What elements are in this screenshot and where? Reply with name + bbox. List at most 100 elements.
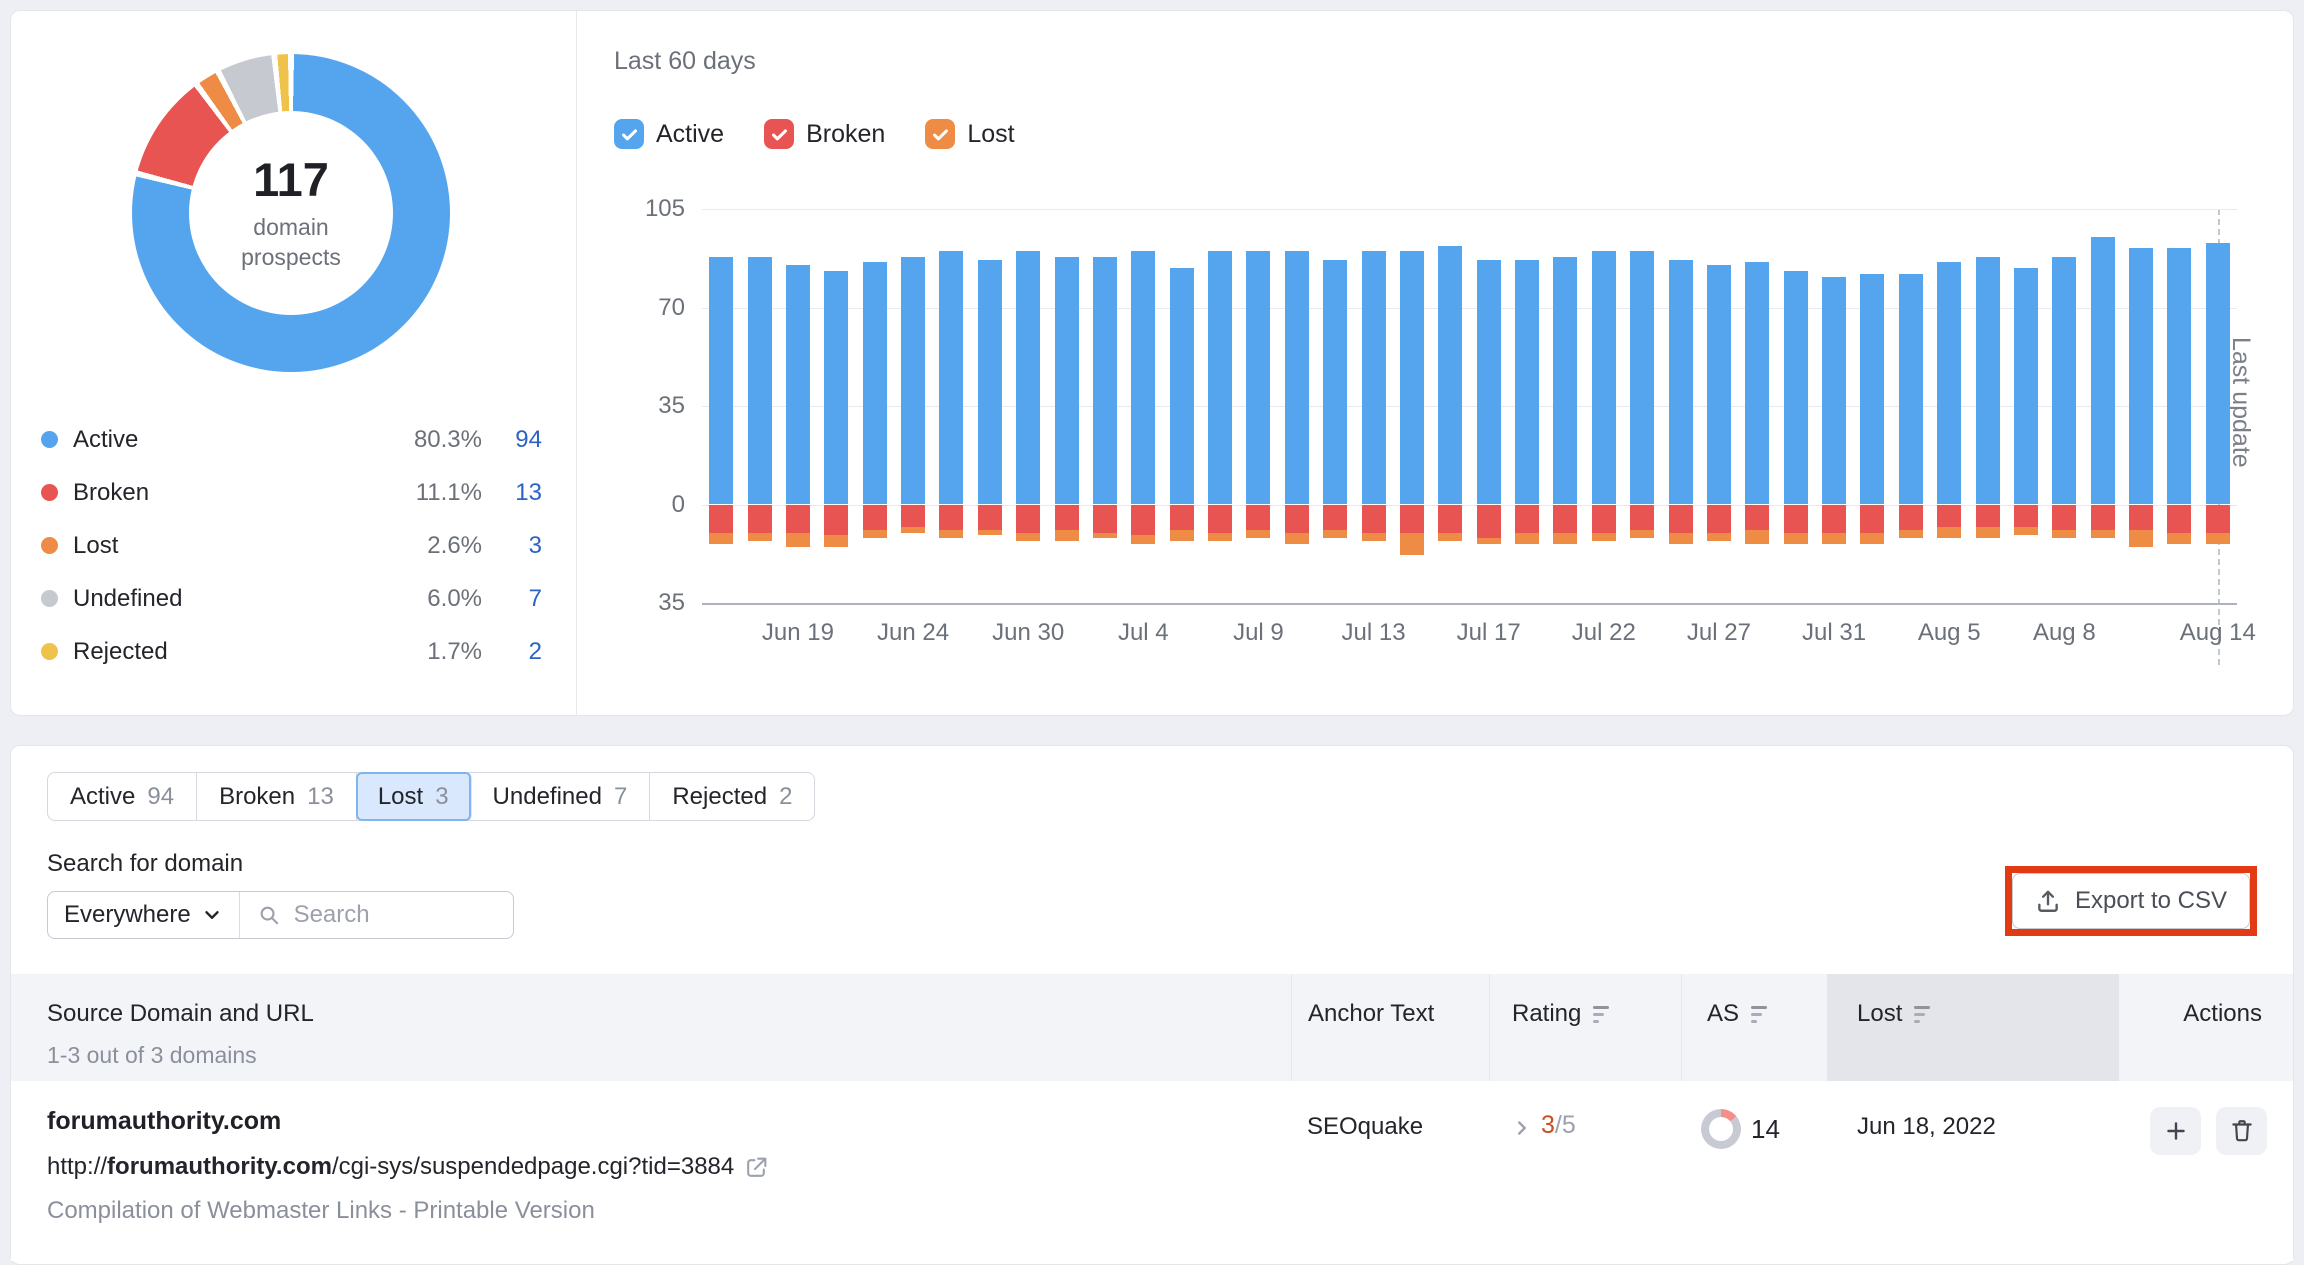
bar-active[interactable] xyxy=(1591,251,1616,505)
bar-lost[interactable] xyxy=(2013,527,2038,536)
bar-lost[interactable] xyxy=(1438,532,1463,542)
bar-lost[interactable] xyxy=(1476,538,1501,544)
bar-lost[interactable] xyxy=(1169,529,1194,542)
bar-active[interactable] xyxy=(747,256,772,505)
checkbox-checked-icon[interactable] xyxy=(614,119,644,149)
bar-active[interactable] xyxy=(1169,268,1194,505)
bar-broken[interactable] xyxy=(2013,504,2038,527)
bar-lost[interactable] xyxy=(747,532,772,542)
bar-lost[interactable] xyxy=(2052,529,2077,539)
bar-active[interactable] xyxy=(1668,259,1693,505)
bar-lost[interactable] xyxy=(2129,529,2154,547)
bar-active[interactable] xyxy=(939,251,964,505)
tab-active[interactable]: Active 94 xyxy=(48,773,198,820)
delete-button[interactable] xyxy=(2216,1107,2267,1155)
legend-count-link[interactable]: 94 xyxy=(482,426,542,454)
bar-lost[interactable] xyxy=(1553,532,1578,544)
bar-active[interactable] xyxy=(2129,248,2154,505)
bar-lost[interactable] xyxy=(1745,529,1770,544)
bar-lost[interactable] xyxy=(1591,532,1616,542)
bar-lost[interactable] xyxy=(901,527,926,533)
export-to-csv-button[interactable]: Export to CSV xyxy=(2012,873,2250,929)
bar-broken[interactable] xyxy=(1553,504,1578,533)
bar-broken[interactable] xyxy=(1975,504,2000,527)
source-domain-name[interactable]: forumauthority.com xyxy=(47,1107,1271,1136)
checkbox-checked-icon[interactable] xyxy=(764,119,795,149)
bar-broken[interactable] xyxy=(1630,504,1655,530)
bar-broken[interactable] xyxy=(862,504,887,530)
bar-lost[interactable] xyxy=(1399,532,1424,556)
bar-broken[interactable] xyxy=(1668,504,1693,533)
bar-active[interactable] xyxy=(1284,251,1309,505)
bar-broken[interactable] xyxy=(977,504,1002,530)
bar-broken[interactable] xyxy=(1783,504,1808,533)
bar-broken[interactable] xyxy=(1131,504,1156,536)
bar-active[interactable] xyxy=(1016,251,1041,505)
tab-undefined[interactable]: Undefined 7 xyxy=(471,773,651,820)
bar-broken[interactable] xyxy=(2205,504,2230,533)
bar-broken[interactable] xyxy=(1284,504,1309,533)
bar-lost[interactable] xyxy=(1131,535,1156,544)
bar-broken[interactable] xyxy=(1438,504,1463,533)
bar-active[interactable] xyxy=(2205,242,2230,505)
search-scope-dropdown[interactable]: Everywhere xyxy=(48,892,240,938)
filter-active[interactable]: Active xyxy=(614,119,724,149)
bar-broken[interactable] xyxy=(1706,504,1731,533)
filter-lost[interactable]: Lost xyxy=(925,119,1015,149)
bar-active[interactable] xyxy=(1706,265,1731,505)
bar-active[interactable] xyxy=(1630,251,1655,505)
bar-active[interactable] xyxy=(2090,237,2115,505)
bar-lost[interactable] xyxy=(1515,532,1540,544)
bar-broken[interactable] xyxy=(785,504,810,533)
add-to-list-button[interactable] xyxy=(2150,1107,2201,1155)
bar-lost[interactable] xyxy=(1937,527,1962,539)
bar-broken[interactable] xyxy=(1016,504,1041,533)
tab-broken[interactable]: Broken 13 xyxy=(197,773,357,820)
bar-lost[interactable] xyxy=(1361,532,1386,542)
bar-broken[interactable] xyxy=(1054,504,1079,530)
bar-broken[interactable] xyxy=(1860,504,1885,533)
bar-broken[interactable] xyxy=(2090,504,2115,530)
bar-lost[interactable] xyxy=(2090,529,2115,539)
bar-broken[interactable] xyxy=(1591,504,1616,533)
legend-count-link[interactable]: 7 xyxy=(482,585,542,613)
bar-broken[interactable] xyxy=(2129,504,2154,530)
bar-active[interactable] xyxy=(977,259,1002,505)
bar-lost[interactable] xyxy=(1323,529,1348,539)
sort-icon[interactable] xyxy=(1914,1005,1931,1023)
legend-count-link[interactable]: 2 xyxy=(482,638,542,666)
sort-icon[interactable] xyxy=(1593,1005,1610,1023)
bar-active[interactable] xyxy=(901,256,926,505)
bar-broken[interactable] xyxy=(901,504,926,527)
bar-broken[interactable] xyxy=(824,504,849,536)
bar-active[interactable] xyxy=(1745,262,1770,505)
bar-lost[interactable] xyxy=(785,532,810,547)
bar-lost[interactable] xyxy=(1054,529,1079,542)
bar-lost[interactable] xyxy=(1706,532,1731,542)
bar-broken[interactable] xyxy=(1323,504,1348,530)
bar-broken[interactable] xyxy=(2167,504,2192,533)
bar-active[interactable] xyxy=(1476,259,1501,505)
bar-lost[interactable] xyxy=(1822,532,1847,544)
bar-broken[interactable] xyxy=(1092,504,1117,533)
bar-active[interactable] xyxy=(1054,256,1079,505)
bar-active[interactable] xyxy=(1822,276,1847,505)
bar-broken[interactable] xyxy=(709,504,734,533)
bar-lost[interactable] xyxy=(1016,532,1041,542)
bar-lost[interactable] xyxy=(824,535,849,547)
bar-lost[interactable] xyxy=(1092,532,1117,539)
bar-active[interactable] xyxy=(2052,256,2077,505)
bar-broken[interactable] xyxy=(939,504,964,530)
bar-broken[interactable] xyxy=(1745,504,1770,530)
bar-active[interactable] xyxy=(1937,262,1962,505)
bar-broken[interactable] xyxy=(1208,504,1233,533)
bar-active[interactable] xyxy=(1975,256,2000,505)
external-link-icon[interactable] xyxy=(744,1155,769,1180)
bar-lost[interactable] xyxy=(1860,532,1885,544)
column-rating[interactable]: Rating xyxy=(1489,974,1681,1081)
bar-active[interactable] xyxy=(1208,251,1233,505)
bar-broken[interactable] xyxy=(1822,504,1847,533)
bar-lost[interactable] xyxy=(1246,529,1271,539)
bar-active[interactable] xyxy=(1860,273,1885,505)
bar-lost[interactable] xyxy=(939,529,964,539)
